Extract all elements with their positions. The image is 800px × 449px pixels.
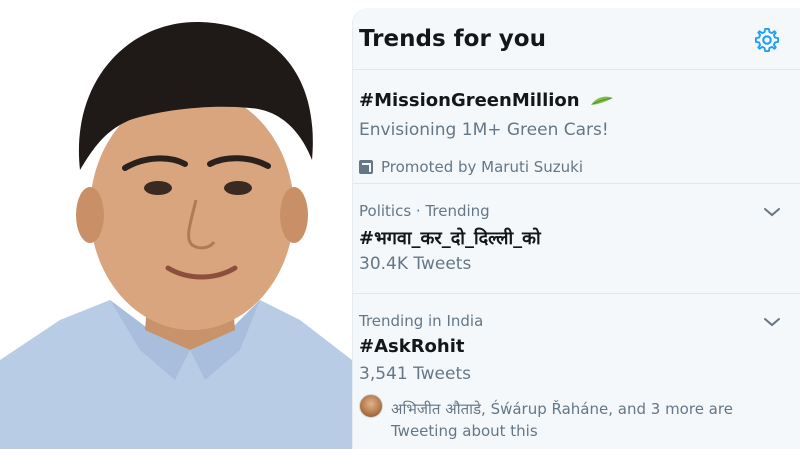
trend-tweet-count: 30.4K Tweets [359, 254, 472, 274]
person-photo [0, 0, 352, 449]
trend-context: Politics · Trending [359, 202, 490, 220]
trend-description: Envisioning 1M+ Green Cars! [359, 120, 609, 140]
social-context: अभिजीत औताडे, Śẃárup Řaháne, and 3 more … [391, 398, 791, 442]
trend-item[interactable]: Politics · Trending #भगवा_कर_दो_दिल्ली_क… [353, 184, 800, 294]
trend-hashtag: #AskRohit [359, 336, 465, 357]
trend-hashtag: #MissionGreenMillion [359, 90, 614, 111]
trend-context: Trending in India [359, 312, 484, 330]
trend-hashtag: #भगवा_कर_दो_दिल्ली_को [359, 228, 541, 249]
portrait-illustration [0, 21, 352, 449]
avatar[interactable] [359, 394, 383, 418]
chevron-down-icon[interactable] [763, 316, 781, 328]
gear-icon[interactable] [753, 26, 781, 54]
social-context-line: अभिजीत औताडे, Śẃárup Řaháne, and 3 more … [391, 400, 733, 418]
social-context-line: Tweeting about this [391, 422, 538, 440]
trends-panel: Trends for you #MissionGreenMillion Envi… [352, 8, 800, 449]
trend-tweet-count: 3,541 Tweets [359, 364, 471, 384]
trend-item[interactable]: Trending in India #AskRohit 3,541 Tweets… [353, 294, 800, 449]
promoted-label: Promoted by Maruti Suzuki [381, 158, 584, 176]
leaf-icon [590, 96, 613, 105]
trends-header: Trends for you [353, 8, 800, 70]
promoted-row: Promoted by Maruti Suzuki [359, 158, 583, 176]
promoted-icon [359, 160, 373, 174]
trend-hashtag-text: #MissionGreenMillion [359, 90, 580, 111]
trends-title: Trends for you [359, 26, 546, 52]
trend-item-promoted[interactable]: #MissionGreenMillion Envisioning 1M+ Gre… [353, 70, 800, 184]
chevron-down-icon[interactable] [763, 206, 781, 218]
